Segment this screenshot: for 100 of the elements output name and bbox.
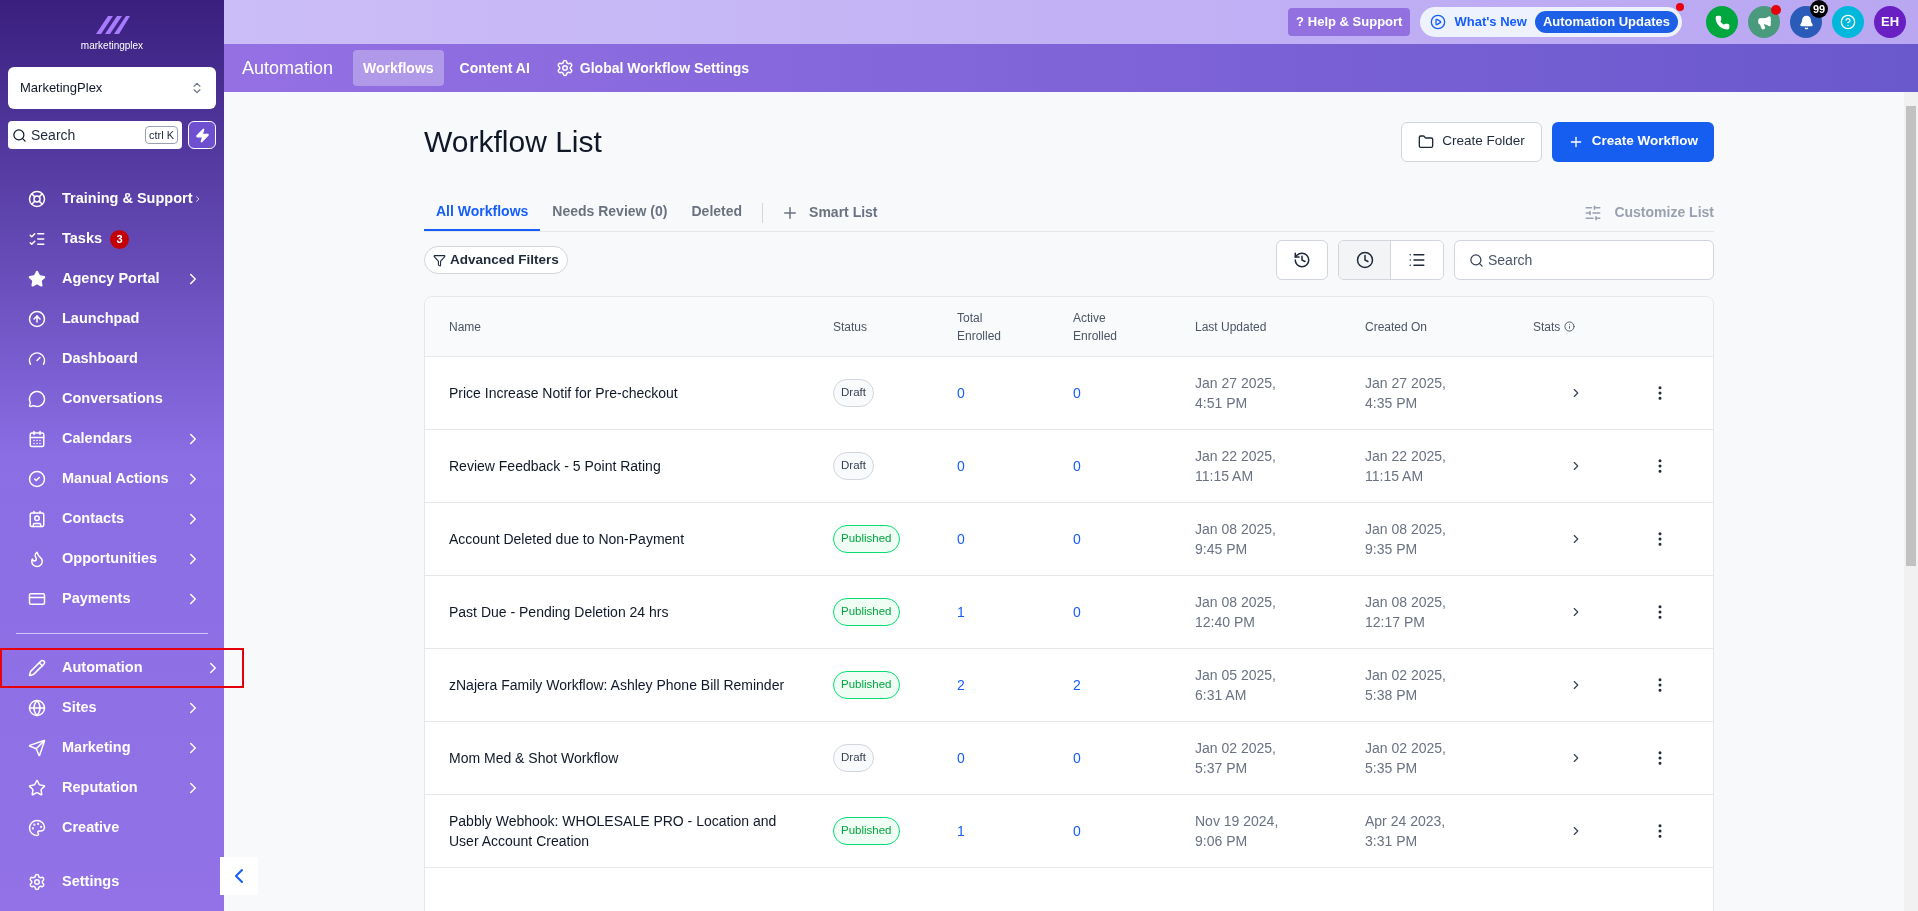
smart-list-button[interactable]: Smart List: [771, 194, 888, 231]
create-workflow-button[interactable]: Create Workflow: [1551, 121, 1714, 162]
date-cell-text: Jan 05 2025, 6:31 AM: [1195, 666, 1277, 705]
enrolled-count[interactable]: 1: [957, 601, 1073, 623]
sidebar-item[interactable]: Manual Actions: [0, 459, 224, 499]
search-input[interactable]: Search: [31, 124, 111, 146]
recent-view-button[interactable]: [1339, 241, 1391, 279]
sidebar-label: Calendars: [62, 429, 133, 449]
status-badge: Draft: [833, 452, 874, 480]
help-support-button[interactable]: ? Help & Support: [1287, 8, 1411, 36]
nav-tab[interactable]: Global Workflow Settings: [545, 50, 760, 86]
date-cell-text: Jan 02 2025, 5:38 PM: [1365, 666, 1447, 705]
sidebar-label: Automation: [62, 658, 143, 678]
list-tab[interactable]: Needs Review (0): [540, 194, 680, 231]
sidebar-label: Opportunities: [62, 549, 158, 569]
sidebar-item[interactable]: Creative: [0, 808, 224, 848]
table-row[interactable]: Account Deleted due to Non-Payment Published 0 0 Jan 08 2025, 9:45 PM Jan 08 2025, 9:35 PM: [425, 503, 1713, 576]
table-row[interactable]: Pabbly Webhook: WHOLESALE PRO - Location and User Account Creation Published 1 0 Nov 19 2024, 9:06 PM Apr 24 2023, 3:31 PM: [425, 795, 1713, 868]
search-icon: [12, 127, 27, 143]
user-avatar[interactable]: EH: [1874, 6, 1906, 38]
check-circle-icon: [28, 470, 46, 488]
column-header: Name: [449, 318, 481, 336]
date-cell-text: Jan 08 2025, 12:40 PM: [1195, 593, 1277, 632]
date-cell-text: Jan 08 2025, 12:17 PM: [1365, 593, 1447, 632]
date-cell-text: Jan 08 2025, 9:45 PM: [1195, 520, 1277, 559]
clock-icon: [1355, 251, 1374, 269]
sidebar-label: Contacts: [62, 509, 125, 529]
sidebar-label: Sites: [62, 698, 97, 718]
scrollbar[interactable]: [1904, 92, 1918, 911]
workflow-name: Price Increase Notif for Pre-checkout: [449, 384, 679, 403]
enrolled-count[interactable]: 0: [1073, 747, 1195, 769]
contact-card-icon: [28, 510, 46, 528]
sidebar-item[interactable]: Calendars: [0, 419, 224, 459]
status-badge: Published: [833, 525, 900, 553]
sidebar-item[interactable]: Sites: [0, 688, 224, 728]
table-row[interactable]: Past Due - Pending Deletion 24 hrs Published 1 0 Jan 08 2025, 12:40 PM Jan 08 2025, 12:17 PM: [425, 576, 1713, 649]
star-icon: [28, 779, 46, 797]
column-header: Last Updated: [1195, 318, 1267, 336]
enrolled-count[interactable]: 2: [957, 674, 1073, 696]
list-view-button[interactable]: [1391, 241, 1443, 279]
phone-button[interactable]: [1706, 6, 1738, 38]
collapse-sidebar-button[interactable]: [220, 857, 258, 895]
search-input[interactable]: Search: [1488, 249, 1699, 271]
pencil-icon: [28, 659, 46, 677]
whats-new-label: What's New: [1454, 13, 1527, 32]
sidebar-item[interactable]: Settings: [0, 862, 224, 902]
enrolled-count[interactable]: 0: [1073, 820, 1195, 842]
nav-tab[interactable]: Content AI: [449, 50, 540, 86]
account-switcher[interactable]: MarketingPlex: [8, 67, 216, 109]
globe-icon: [28, 699, 46, 717]
sidebar-item[interactable]: Launchpad: [0, 299, 224, 339]
sidebar-item[interactable]: Automation: [0, 648, 244, 688]
advanced-filters-button[interactable]: Advanced Filters: [424, 246, 568, 274]
star-icon: [28, 270, 46, 288]
status-badge: Published: [833, 671, 900, 699]
sidebar-item[interactable]: Agency Portal: [0, 259, 224, 299]
search-field[interactable]: Search ctrl K: [8, 121, 182, 149]
enrolled-count[interactable]: 0: [957, 455, 1073, 477]
info-icon: [1564, 321, 1576, 332]
enrolled-count[interactable]: 0: [1073, 601, 1195, 623]
enrolled-count[interactable]: 0: [957, 747, 1073, 769]
search-field[interactable]: Search: [1454, 240, 1714, 280]
create-folder-button[interactable]: Create Folder: [1401, 121, 1542, 162]
gauge-icon: [28, 350, 46, 368]
lifebuoy-icon: [28, 190, 46, 208]
list-tab[interactable]: All Workflows: [424, 194, 541, 231]
announcements-button[interactable]: [1748, 6, 1780, 38]
enrolled-count[interactable]: 1: [957, 820, 1073, 842]
column-header: Created On: [1365, 318, 1428, 336]
sidebar-item[interactable]: Training & Support: [0, 179, 224, 219]
logo-icon: [94, 14, 130, 36]
sidebar-item[interactable]: Conversations: [0, 379, 224, 419]
sidebar-item[interactable]: Reputation: [0, 768, 224, 808]
enrolled-count[interactable]: 0: [957, 528, 1073, 550]
sidebar-item[interactable]: Dashboard: [0, 339, 224, 379]
enrolled-count[interactable]: 0: [1073, 455, 1195, 477]
table-row[interactable]: Price Increase Notif for Pre-checkout Draft 0 0 Jan 27 2025, 4:51 PM Jan 27 2025, 4:35 PM: [425, 357, 1713, 430]
enrolled-count[interactable]: 0: [957, 382, 1073, 404]
sidebar-item[interactable]: Tasks 3: [0, 219, 224, 259]
list-icon: [1408, 251, 1426, 269]
table-row[interactable]: zNajera Family Workflow: Ashley Phone Bill Reminder Published 2 2 Jan 05 2025, 6:31 AM Jan 02 2025, 5:38 PM: [425, 649, 1713, 722]
date-cell-text: Jan 08 2025, 9:35 PM: [1365, 520, 1447, 559]
sidebar-label: Tasks: [62, 229, 103, 249]
date-cell-text: Jan 02 2025, 5:35 PM: [1365, 739, 1447, 778]
table-row[interactable]: Review Feedback - 5 Point Rating Draft 0 0 Jan 22 2025, 11:15 AM Jan 22 2025, 11:15 AM: [425, 430, 1713, 503]
sidebar-item[interactable]: Payments: [0, 579, 224, 619]
status-badge: Published: [833, 817, 900, 845]
folder-icon: [1418, 133, 1435, 150]
history-button[interactable]: [1276, 240, 1328, 280]
column-header: Stats: [1533, 318, 1561, 336]
date-cell-text: Jan 27 2025, 4:35 PM: [1365, 374, 1447, 413]
enrolled-count[interactable]: 2: [1073, 674, 1195, 696]
enrolled-count[interactable]: 0: [1073, 528, 1195, 550]
enrolled-count[interactable]: 0: [1073, 382, 1195, 404]
sidebar-item[interactable]: Contacts: [0, 499, 224, 539]
quick-action-button[interactable]: [188, 121, 216, 149]
sidebar-item[interactable]: Opportunities: [0, 539, 224, 579]
list-tab[interactable]: Deleted: [679, 194, 755, 231]
table-row[interactable]: Mom Med & Shot Workflow Draft 0 0 Jan 02 2025, 5:37 PM Jan 02 2025, 5:35 PM: [425, 722, 1713, 795]
sidebar-item[interactable]: Marketing: [0, 728, 224, 768]
